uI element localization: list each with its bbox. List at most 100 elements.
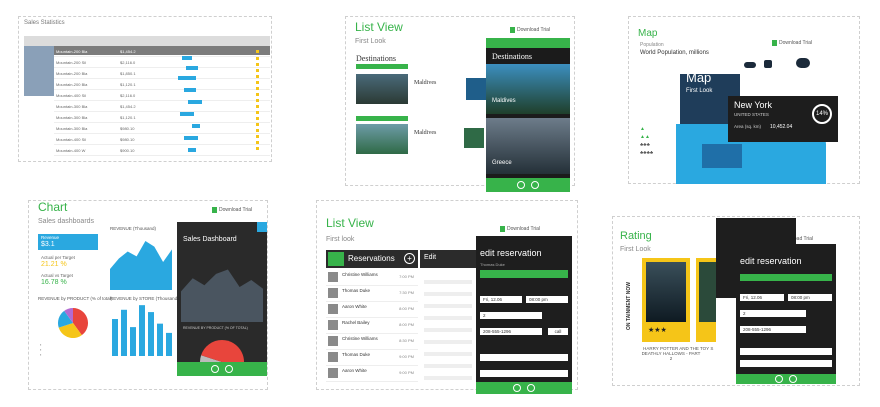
cancel-icon[interactable] [527, 384, 535, 392]
guests-field[interactable]: 2 [740, 310, 806, 317]
listview1-item-1[interactable]: Maldives [356, 74, 456, 104]
avatar [328, 288, 338, 298]
phone-header [486, 38, 570, 48]
reservation-row[interactable]: Christine Williams 8:30 PM [326, 334, 418, 350]
sales-value: $2,116.0 [120, 93, 136, 98]
sales-value: $1,850.1 [120, 71, 136, 76]
edit-label: Edit [424, 254, 437, 261]
listview1-item-2[interactable]: Maldives [356, 124, 456, 154]
reservation-time: 8:00 PM [399, 322, 414, 327]
cancel-icon[interactable] [789, 375, 797, 383]
avatar [328, 272, 338, 282]
reservation-time: 7:00 PM [399, 274, 414, 279]
map-region [702, 144, 742, 168]
map-download-link[interactable]: Download Trial [772, 40, 812, 46]
phone-pie-slice [222, 340, 244, 362]
area-value: 10,452.04 [770, 124, 793, 130]
check-icon[interactable] [513, 384, 521, 392]
extra-field-1[interactable] [480, 354, 568, 361]
revenue-area [110, 241, 172, 290]
sales-row[interactable]: Mountain-200 Bla $1,120.1 [54, 79, 270, 90]
guest-name: Aaron White [342, 368, 367, 373]
cancel-icon[interactable] [531, 181, 539, 189]
book-card[interactable]: ★★★ [642, 258, 690, 342]
map-header: Population [640, 42, 664, 48]
reservation-row[interactable]: Rachel Bailey 8:00 PM [326, 318, 418, 334]
listview1-subtitle: First Look [355, 38, 386, 45]
time-field[interactable]: 08:00 pm [526, 296, 568, 303]
star-rating[interactable]: ★★★ [648, 326, 667, 334]
phone-appbar [736, 374, 836, 384]
extra-field-2[interactable] [480, 370, 568, 377]
listview2-download-link[interactable]: Download Trial [500, 226, 540, 232]
resort-image [356, 124, 408, 154]
check-icon[interactable] [211, 365, 219, 373]
guest-name: Thomas Duke [342, 352, 371, 357]
chart-download-link[interactable]: Download Trial [212, 207, 252, 213]
add-icon[interactable]: + [404, 253, 415, 264]
phone-item-2-name: Greece [492, 160, 512, 166]
store-bar-chart [112, 305, 172, 356]
reservation-row[interactable]: Christine Williams 7:00 PM [326, 270, 418, 286]
store-bar [130, 327, 136, 356]
resort-image [356, 74, 408, 104]
listview1-title: List View [355, 20, 403, 34]
phone-field[interactable]: 208-555-1296 [740, 326, 806, 333]
call-button[interactable]: call [548, 328, 568, 335]
avatar [328, 368, 338, 378]
date-field[interactable]: Fri, 12.06 [480, 296, 522, 303]
check-icon[interactable] [775, 375, 783, 383]
phone-name: Thomas Duke [480, 262, 505, 267]
book-card-2[interactable] [696, 258, 716, 342]
download-icon [500, 226, 505, 232]
reservation-time: 8:30 PM [399, 338, 414, 343]
phone-field[interactable]: 208-555-1296 [480, 328, 542, 335]
listview2-subtitle: First look [326, 236, 355, 243]
sales-title: Sales Statistics [24, 20, 65, 26]
percent-ring: 14% [812, 104, 832, 124]
download-icon [510, 27, 515, 33]
reservation-row[interactable]: Thomas Duke 9:00 PM [326, 350, 418, 366]
extra-field-1[interactable] [740, 348, 832, 355]
listview2-phone: edit reservation Thomas Duke Fri, 12.06 … [476, 236, 572, 394]
phone-header-accent [257, 222, 267, 232]
sales-row[interactable]: Mountain-200 Bla $1,850.1 [54, 68, 270, 79]
phone-subtitle: REVENUE BY PRODUCT (% OF TOTAL) [183, 326, 248, 330]
name-green-bar [480, 270, 568, 278]
reservation-time: 9:00 PM [399, 370, 414, 375]
cancel-icon[interactable] [225, 365, 233, 373]
guests-field[interactable]: 2 [480, 312, 542, 319]
store-bar [121, 309, 127, 356]
date-field[interactable]: Fri, 12.06 [740, 294, 784, 301]
map-mini-shapes [744, 58, 824, 72]
extra-field-2[interactable] [740, 360, 832, 367]
sales-row[interactable]: Mountain-400 Sil $980.10 [54, 134, 270, 145]
rating-phone: edit reservation Fri, 12.06 08:00 pm 2 2… [736, 244, 836, 384]
sales-product-name: Mountain-400 Sil [56, 137, 87, 142]
phone-appbar [486, 178, 570, 192]
sales-row[interactable]: Mountain-300 Bla $1,454.2 [54, 101, 270, 112]
sales-yellow-marks [256, 50, 262, 150]
reservation-row[interactable]: Aaron White 9:00 PM [326, 366, 418, 382]
country-name: UNITED STATES [734, 112, 769, 117]
sales-row[interactable]: Mountain-400 Sil $2,116.0 [54, 90, 270, 101]
sales-row[interactable]: Mountain-200 Bla $1,454.2 [54, 46, 270, 57]
sales-row[interactable]: Mountain-300 Bla $980.10 [54, 123, 270, 134]
avatar [328, 336, 338, 346]
check-icon[interactable] [517, 181, 525, 189]
guest-name: Christine Williams [342, 272, 378, 277]
reservation-row[interactable]: Aaron White 8:00 PM [326, 302, 418, 318]
item-name: Maldives [414, 80, 437, 86]
sales-row[interactable]: Mountain-300 Bla $1,120.1 [54, 112, 270, 123]
avatar [328, 304, 338, 314]
listview1-download-link[interactable]: Download Trial [510, 27, 550, 33]
sales-row[interactable]: Mountain-200 Sil $2,116.0 [54, 57, 270, 68]
phone-item-1-name: Maldives [492, 98, 516, 104]
store-bar [112, 319, 118, 356]
sales-value: $1,454.2 [120, 104, 136, 109]
reservation-row[interactable]: Thomas Duke 7:30 PM [326, 286, 418, 302]
sales-image-column [24, 46, 54, 96]
product-chart-title: REVENUE by PRODUCT (% of total) [38, 296, 113, 301]
sales-row[interactable]: Mountain-400 W $900.10 [54, 145, 270, 156]
time-field[interactable]: 08:00 pm [788, 294, 832, 301]
